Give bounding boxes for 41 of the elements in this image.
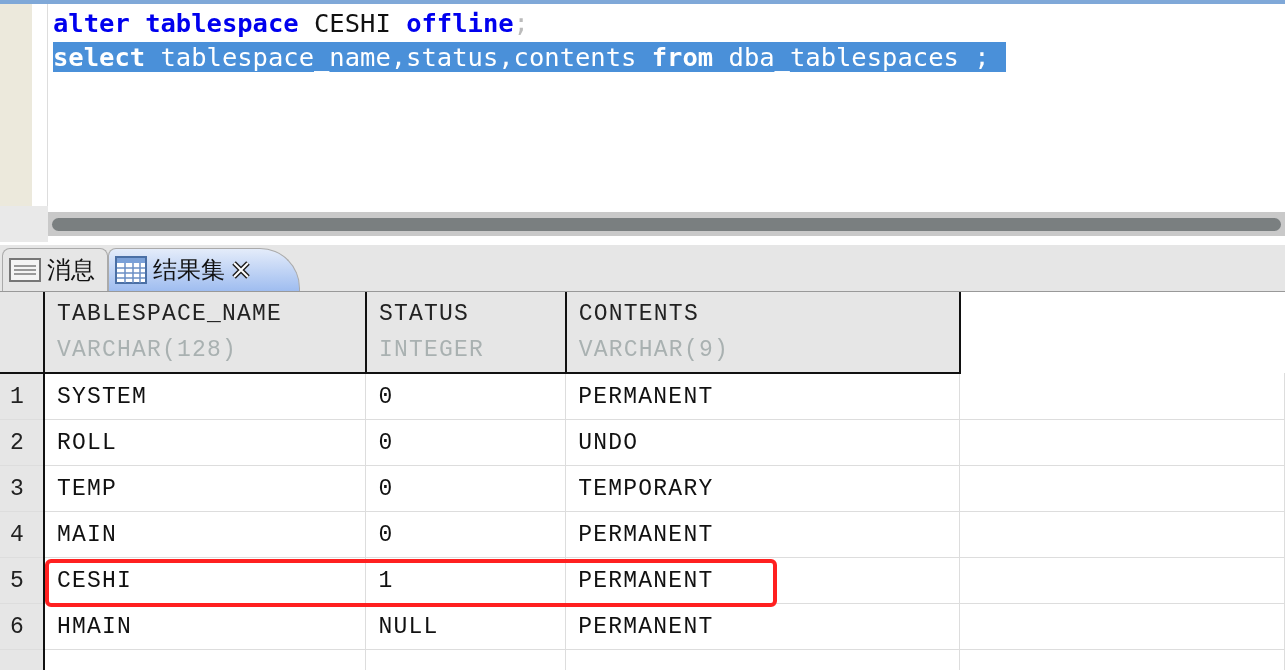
row-number: 3: [0, 465, 44, 512]
table-cell: PERMANENT: [565, 511, 960, 558]
table-cell: MAIN: [44, 511, 366, 558]
result-tab[interactable]: 结果集: [108, 248, 300, 291]
column-header[interactable]: CONTENTS VARCHAR(9): [565, 292, 960, 373]
result-tab[interactable]: 消息: [2, 248, 108, 291]
table-grid-icon: [115, 256, 147, 284]
table-cell: ROLL: [44, 419, 366, 466]
table-cell: 1: [365, 557, 566, 604]
table-cell: 0: [365, 465, 566, 512]
table-cell: 0: [365, 373, 566, 420]
table-cell: TEMPORARY: [565, 465, 960, 512]
column-type: VARCHAR(9): [578, 336, 730, 365]
table-cell: PERMANENT: [565, 373, 960, 420]
close-icon[interactable]: [231, 260, 251, 280]
table-cell: PERMANENT: [565, 557, 960, 604]
row-number: 2: [0, 419, 44, 466]
table-cell: UNDO: [565, 419, 960, 466]
table-cell: TEMP: [44, 465, 366, 512]
row-number: 4: [0, 511, 44, 558]
table-cell: 0: [365, 511, 566, 558]
table-cell: 0: [365, 419, 566, 466]
column-type: VARCHAR(128): [57, 336, 238, 365]
table-cell: CESHI: [44, 557, 366, 604]
column-name: STATUS: [378, 300, 470, 329]
column-header[interactable]: STATUS INTEGER: [365, 292, 566, 373]
row-number: 6: [0, 603, 44, 650]
column-name: TABLESPACE_NAME: [57, 300, 284, 329]
table-cell: NULL: [365, 603, 566, 650]
row-number: 1: [0, 373, 44, 420]
code-line: alter tablespace CESHI offline;: [53, 8, 530, 38]
row-number: 5: [0, 557, 44, 604]
table-cell: PERMANENT: [565, 603, 960, 650]
table-cell: HMAIN: [44, 603, 366, 650]
column-header[interactable]: TABLESPACE_NAME VARCHAR(128): [44, 292, 366, 373]
horizontal-scrollbar[interactable]: [48, 212, 1285, 236]
message-list-icon: [9, 257, 41, 283]
table-cell: SYSTEM: [44, 373, 366, 420]
column-type: INTEGER: [378, 336, 485, 365]
code-editor[interactable]: alter tablespace CESHI offline; select tablespace_name,status,contents from dba_tablespaces ;: [48, 4, 1285, 206]
column-name: CONTENTS: [578, 300, 700, 329]
